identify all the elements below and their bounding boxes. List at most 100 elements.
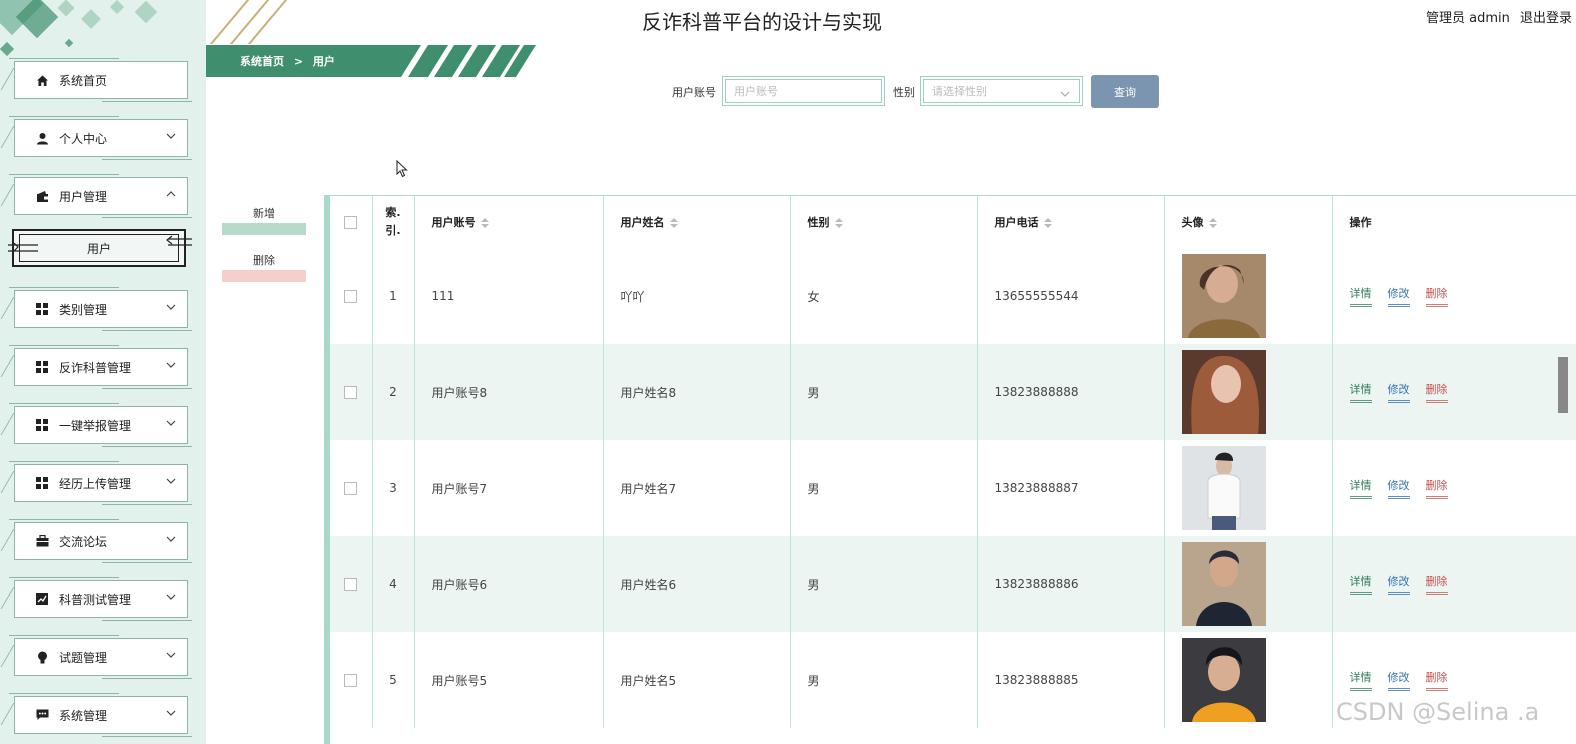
delete-button[interactable]: 删除 [222, 252, 306, 282]
header-gender-label: 性别 [807, 216, 830, 229]
header-account[interactable]: 用户账号 [414, 196, 604, 248]
chevron-down-icon [166, 478, 176, 484]
add-button[interactable]: 新增 [222, 205, 306, 235]
sidebar-item-label: 用户管理 [59, 189, 108, 204]
avatar[interactable] [1181, 638, 1266, 722]
sidebar-item-system-management[interactable]: 系统管理 [0, 693, 192, 737]
sidebar-item-profile[interactable]: 个人中心 [0, 116, 192, 160]
header-name[interactable]: 用户姓名 [603, 196, 791, 248]
header-gender[interactable]: 性别 [790, 196, 978, 248]
row-avatar-cell [1164, 440, 1333, 536]
row-avatar-cell [1164, 344, 1333, 440]
row-avatar-cell [1164, 248, 1333, 344]
header-phone[interactable]: 用户电话 [977, 196, 1165, 248]
sort-icon[interactable] [669, 218, 678, 228]
sidebar: 系统首页 个人中心 用户管理 用户 类别管理 反诈科普管理 一键举报管理 经历上… [0, 0, 206, 744]
sidebar-item-label: 试题管理 [59, 650, 108, 665]
user-table-grid: 索. 引. 用户账号 用户姓名 性别 用户电话 头像 操作 1 111 吖吖 女 … [330, 196, 1576, 728]
breadcrumb-separator: > [293, 55, 304, 68]
row-select-cell [330, 440, 373, 536]
sidebar-item-category-management[interactable]: 类别管理 [0, 287, 192, 331]
row-gender: 男 [790, 536, 978, 632]
gender-search-label: 性别 [893, 86, 915, 99]
avatar[interactable] [1181, 254, 1266, 338]
sidebar-decoration [64, 38, 74, 48]
sort-icon[interactable] [834, 218, 843, 228]
avatar[interactable] [1181, 542, 1266, 626]
row-phone: 13823888886 [977, 536, 1165, 632]
grid-icon [35, 476, 49, 490]
detail-link[interactable]: 详情 [1349, 573, 1372, 595]
header-phone-label: 用户电话 [994, 216, 1039, 229]
delete-link[interactable]: 删除 [1425, 669, 1448, 691]
sidebar-item-forum[interactable]: 交流论坛 [0, 519, 192, 563]
row-checkbox[interactable] [344, 386, 358, 399]
account-search-input[interactable]: 用户账号 [722, 76, 885, 106]
detail-link[interactable]: 详情 [1349, 669, 1372, 691]
avatar[interactable] [1181, 446, 1266, 530]
row-checkbox[interactable] [344, 578, 358, 591]
row-ops: 详情 修改 删除 [1332, 440, 1576, 536]
user-label: 管理员 admin [1425, 11, 1510, 26]
row-phone: 13655555544 [977, 248, 1165, 344]
sidebar-item-user-management[interactable]: 用户管理 [0, 174, 192, 218]
briefcase-icon [35, 534, 49, 548]
search-button[interactable]: 查询 [1091, 75, 1159, 108]
bulb-icon [35, 650, 49, 664]
delete-link[interactable]: 删除 [1425, 477, 1448, 499]
sort-icon[interactable] [1208, 218, 1217, 228]
header-avatar[interactable]: 头像 [1164, 196, 1333, 248]
home-icon [35, 73, 49, 87]
detail-link[interactable]: 详情 [1349, 285, 1372, 307]
watermark: CSDN @Selina .a [1336, 698, 1540, 726]
delete-link[interactable]: 删除 [1425, 573, 1448, 595]
row-checkbox[interactable] [344, 290, 358, 303]
sort-icon[interactable] [1043, 218, 1052, 228]
detail-link[interactable]: 详情 [1349, 381, 1372, 403]
edit-link[interactable]: 修改 [1387, 477, 1410, 499]
row-gender: 男 [790, 632, 978, 728]
chevron-down-icon [166, 652, 176, 658]
row-name: 用户姓名7 [603, 440, 791, 536]
avatar[interactable] [1181, 350, 1266, 434]
row-name: 用户姓名8 [603, 344, 791, 440]
row-avatar-cell [1164, 536, 1333, 632]
wallet-icon [35, 189, 49, 203]
edit-link[interactable]: 修改 [1387, 669, 1410, 691]
row-gender: 女 [790, 248, 978, 344]
sidebar-item-quiz-management[interactable]: 科普测试管理 [0, 577, 192, 621]
select-all-checkbox[interactable] [344, 215, 358, 229]
row-account: 111 [414, 248, 604, 344]
row-checkbox[interactable] [344, 674, 358, 687]
row-checkbox[interactable] [344, 482, 358, 495]
sidebar-item-anti-fraud-management[interactable]: 反诈科普管理 [0, 345, 192, 389]
row-gender: 男 [790, 440, 978, 536]
sidebar-item-question-management[interactable]: 试题管理 [0, 635, 192, 679]
message-icon [35, 708, 49, 722]
delete-link[interactable]: 删除 [1425, 381, 1448, 403]
edit-link[interactable]: 修改 [1387, 285, 1410, 307]
breadcrumb-home[interactable]: 系统首页 [240, 55, 284, 68]
edit-link[interactable]: 修改 [1387, 381, 1410, 403]
sidebar-item-label: 科普测试管理 [59, 592, 132, 607]
sidebar-item-experience-management[interactable]: 经历上传管理 [0, 461, 192, 505]
sidebar-subitem-user[interactable]: 用户 [8, 229, 192, 267]
grid-icon [35, 360, 49, 374]
logout-link[interactable]: 退出登录 [1520, 11, 1572, 26]
delete-link[interactable]: 删除 [1425, 285, 1448, 307]
gender-select[interactable]: 请选择性别 [920, 76, 1083, 106]
user-area: 管理员 admin 退出登录 [1420, 7, 1572, 26]
row-index: 2 [372, 344, 415, 440]
header-select-all[interactable] [330, 196, 373, 248]
scrollbar-thumb[interactable] [1558, 357, 1568, 413]
header-account-label: 用户账号 [431, 216, 476, 229]
arrow-left-icon [8, 243, 38, 252]
table-row: 4 用户账号6 用户姓名6 男 13823888886 详情 修改 删除 [330, 536, 1576, 632]
chevron-down-icon [1060, 91, 1070, 97]
edit-link[interactable]: 修改 [1387, 573, 1410, 595]
sidebar-item-report-management[interactable]: 一键举报管理 [0, 403, 192, 447]
detail-link[interactable]: 详情 [1349, 477, 1372, 499]
row-phone: 13823888885 [977, 632, 1165, 728]
sidebar-item-home[interactable]: 系统首页 [0, 58, 192, 102]
sort-icon[interactable] [480, 218, 489, 228]
